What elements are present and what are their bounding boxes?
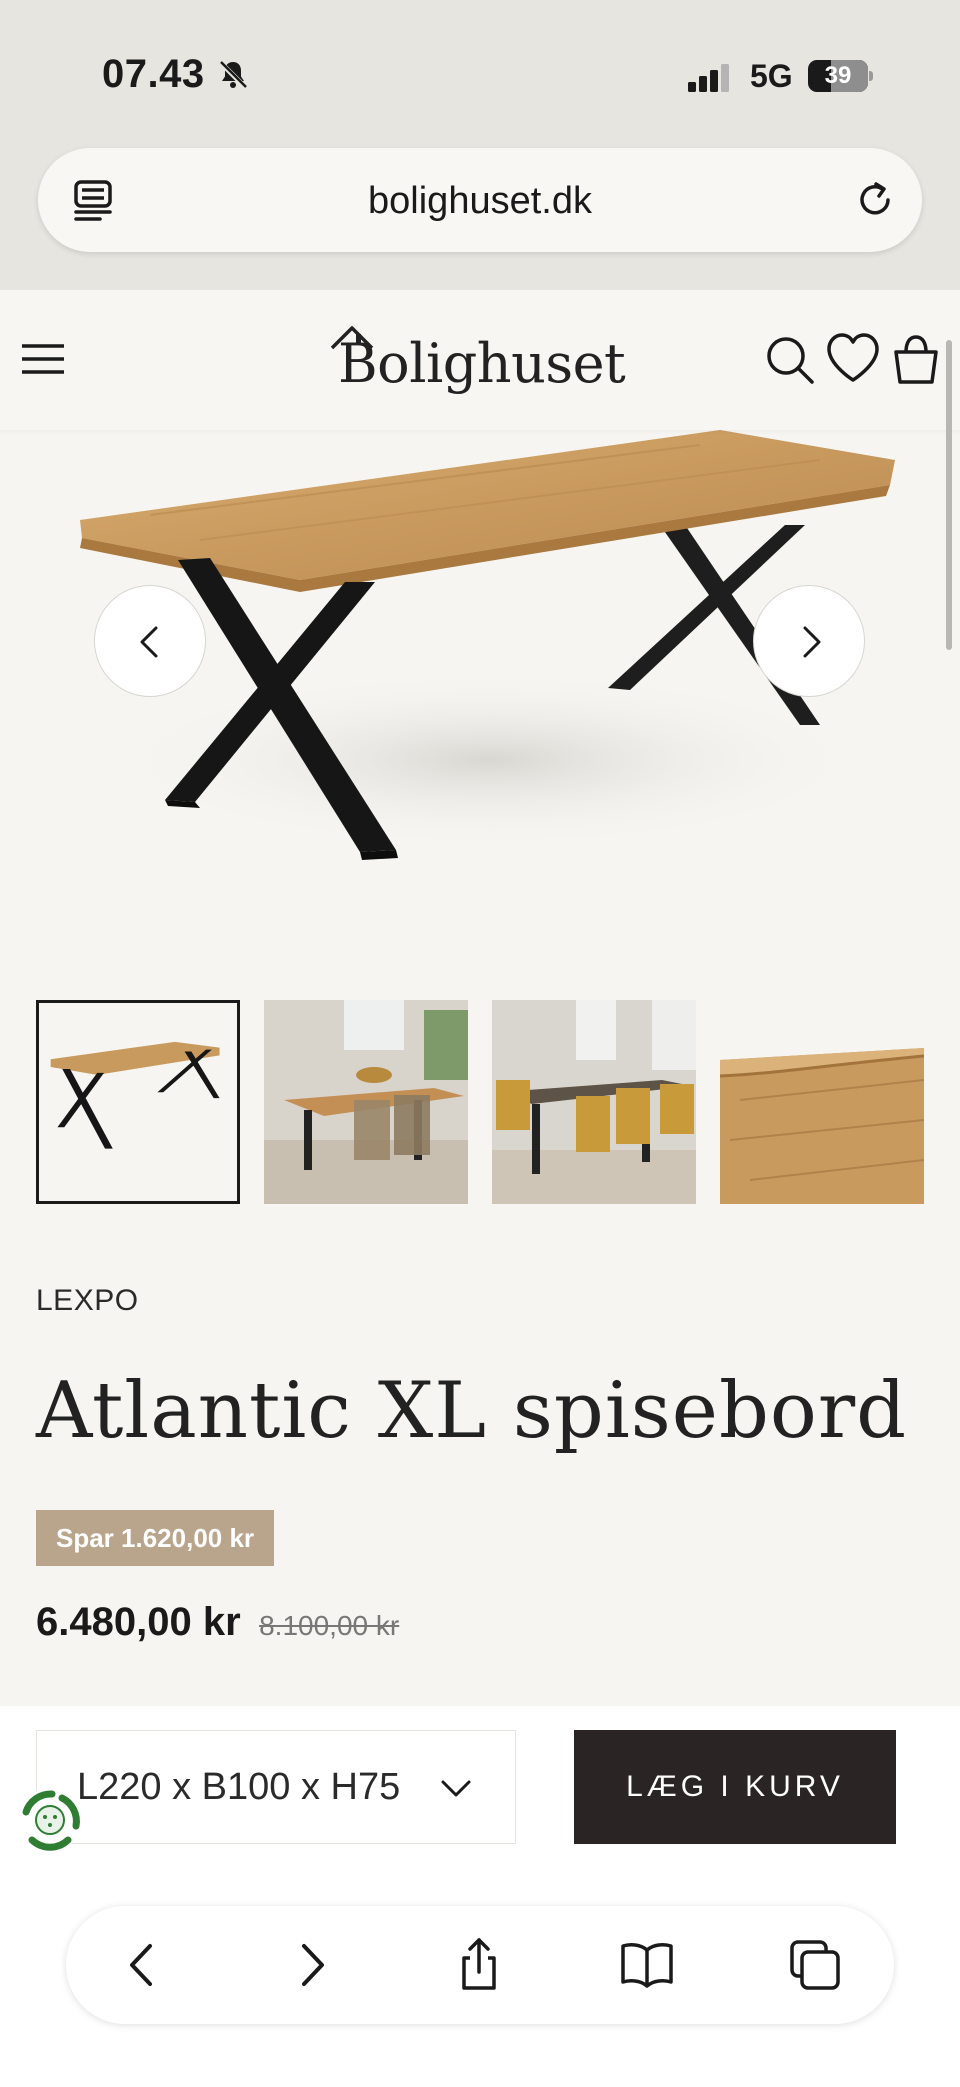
thumbnail-strip <box>36 1000 936 1204</box>
scrollbar[interactable] <box>946 340 952 650</box>
forward-button[interactable] <box>282 1936 340 1994</box>
discount-badge: Spar 1.620,00 kr <box>36 1510 275 1566</box>
thumbnail-3[interactable] <box>492 1000 696 1204</box>
search-icon[interactable] <box>762 332 818 388</box>
browser-toolbar <box>66 1906 894 2024</box>
back-icon <box>130 1944 152 1986</box>
variant-selected-value: L220 x B100 x H75 <box>77 1766 401 1808</box>
forward-icon <box>302 1944 324 1986</box>
current-price: 6.480,00 kr <box>36 1600 241 1644</box>
share-icon <box>462 1938 496 1990</box>
reload-icon[interactable] <box>852 176 898 222</box>
price-row: 6.480,00 kr 8.100,00 kr <box>36 1600 399 1645</box>
battery-icon: 39 <box>808 60 874 92</box>
logo-text: Bolighuset <box>338 332 626 395</box>
network-type: 5G <box>750 58 793 94</box>
signal-icon <box>688 64 729 92</box>
bookmarks-icon <box>621 1943 673 1988</box>
eco-badge-icon[interactable] <box>12 1782 88 1858</box>
share-button[interactable] <box>450 1936 508 1994</box>
bell-slash-icon <box>218 60 248 90</box>
chevron-left-icon <box>140 626 158 658</box>
product-brand[interactable]: LEXPO <box>36 1284 139 1318</box>
thumbnail-1[interactable] <box>36 1000 240 1204</box>
tabs-icon <box>790 1940 840 1990</box>
gallery-prev-button[interactable] <box>94 585 206 697</box>
site-logo[interactable]: Bolighuset <box>326 320 636 402</box>
menu-icon[interactable] <box>18 334 68 384</box>
gallery-next-button[interactable] <box>753 585 865 697</box>
chevron-down-icon <box>441 1780 471 1797</box>
sticky-add-to-cart-bar: L220 x B100 x H75 LÆG I KURV <box>0 1706 960 2087</box>
address-bar[interactable]: bolighuset.dk <box>38 148 922 252</box>
old-price: 8.100,00 kr <box>259 1610 400 1641</box>
thumbnail-2[interactable] <box>264 1000 468 1204</box>
back-button[interactable] <box>114 1936 172 1994</box>
battery-level: 39 <box>824 62 852 89</box>
bag-icon[interactable] <box>888 330 944 388</box>
bookmarks-button[interactable] <box>618 1936 676 1994</box>
variant-select[interactable]: L220 x B100 x H75 <box>36 1730 516 1844</box>
tabs-button[interactable] <box>786 1936 844 1994</box>
chevron-right-icon <box>803 626 821 658</box>
heart-icon[interactable] <box>824 330 882 386</box>
product-gallery <box>0 430 960 950</box>
thumbnail-4[interactable] <box>720 1000 924 1204</box>
add-to-cart-button[interactable]: LÆG I KURV <box>574 1730 896 1844</box>
product-title: Atlantic XL spisebord <box>36 1366 908 1456</box>
status-time: 07.43 <box>102 52 205 96</box>
browser-chrome-top: 07.43 5G 39 bolighuset.dk <box>0 0 960 290</box>
url-text: bolighuset.dk <box>368 180 592 222</box>
site-header: Bolighuset <box>0 290 960 430</box>
